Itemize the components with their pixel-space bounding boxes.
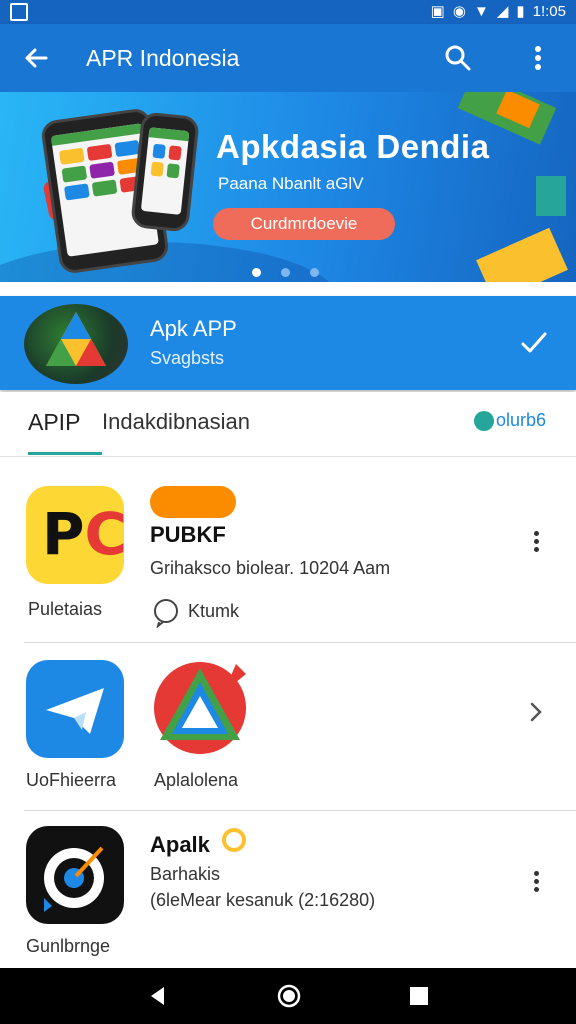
recents-icon[interactable]: [408, 985, 430, 1007]
banner-subtitle: Paana Nbanlt aGlV: [218, 174, 364, 193]
chevron-right-icon[interactable]: [524, 700, 548, 724]
pager-dot[interactable]: [310, 268, 319, 277]
phone-illustration-front: [130, 111, 200, 233]
more-options-icon[interactable]: [524, 868, 548, 898]
page-title: APR Indonesia: [86, 45, 240, 71]
promo-banner[interactable]: Apkdasia Dendia Paana Nbanlt aGlV Curdmr…: [0, 92, 576, 282]
tab-bar: APIP Indakdibnasian olurb6: [0, 392, 576, 457]
home-icon[interactable]: [276, 983, 302, 1009]
battery-icon: ▮: [516, 3, 525, 20]
featured-app-title: Apk APP: [150, 316, 237, 341]
banner-cta-button[interactable]: Curdmrdoevie: [213, 208, 395, 240]
tab-apip[interactable]: APIP: [28, 409, 80, 436]
drive-triangle-icon: [46, 312, 106, 366]
pc-logo-icon: PC: [42, 500, 124, 568]
paper-plane-icon: [46, 688, 104, 734]
status-icons: ▣ ◉ ▼ ◢ ▮ 1!:05: [430, 2, 566, 21]
app-bar: APR Indonesia: [0, 24, 576, 92]
badge-label: olurb6: [496, 410, 547, 430]
featured-app-subtitle: Svagbsts: [150, 348, 225, 368]
nfc-icon: ▣: [430, 3, 445, 20]
divider: [24, 642, 576, 643]
badge-dot-icon: [474, 410, 494, 431]
alarm-icon: ◉: [452, 3, 466, 20]
tab-badge[interactable]: olurb6: [474, 410, 546, 431]
featured-app-card[interactable]: Apk APP Svagbsts: [0, 296, 576, 390]
pager-dot-active[interactable]: [252, 268, 261, 277]
decorative-card: [476, 227, 568, 282]
status-bar: ▣ ◉ ▼ ◢ ▮ 1!:05: [0, 0, 576, 24]
app-badge-icon: [150, 486, 236, 518]
chat-icon: [154, 599, 178, 628]
triangle-logo-icon: [154, 662, 246, 754]
app-meta: Barhakis: [150, 864, 221, 884]
app-meta: Grihaksco biolear. 10204 Aam: [150, 558, 391, 578]
featured-app-logo: [24, 304, 128, 384]
app-icon-target[interactable]: [26, 826, 124, 924]
app-name: Apalk: [150, 832, 210, 857]
app-extra: (6leMear kesanuk (2:16280): [150, 890, 376, 910]
app-extra: Ktumk: [188, 601, 240, 621]
app-tile-caption: Puletaias: [28, 599, 103, 619]
pager-dot[interactable]: [281, 268, 290, 277]
app-tile-caption: Gunlbrnge: [26, 936, 111, 956]
app-icon-aplalolena[interactable]: [150, 656, 250, 756]
list-item[interactable]: UoFhieerra Aplalolena: [0, 644, 576, 810]
back-icon[interactable]: [146, 984, 170, 1008]
decorative-shape: [536, 176, 566, 216]
banner-heading: Apkdasia Dendia: [216, 128, 490, 165]
banner-pager[interactable]: [252, 268, 319, 277]
app-icon-pc[interactable]: PC: [26, 486, 124, 584]
tab-indicator: [28, 452, 102, 455]
wifi-icon: ▼: [473, 2, 489, 20]
app-name: PUBKF: [150, 522, 226, 547]
badge-icon: [222, 828, 246, 852]
clock: 1!:05: [532, 2, 566, 20]
app-secondary-caption: Aplalolena: [154, 770, 239, 790]
check-icon[interactable]: [518, 326, 550, 358]
search-icon[interactable]: [442, 42, 474, 74]
more-options-icon[interactable]: [524, 528, 548, 558]
target-icon: [44, 846, 104, 912]
list-item[interactable]: Gunlbrnge Apalk Barhakis (6leMear kesanu…: [0, 812, 576, 968]
app-tile-caption: UoFhieerra: [26, 770, 117, 790]
signal-icon: ◢: [496, 3, 509, 20]
list-item[interactable]: PC Puletaias PUBKF Grihaksco biolear. 10…: [0, 460, 576, 642]
app-icon-telegram[interactable]: [26, 660, 124, 758]
divider: [24, 810, 576, 811]
system-nav-bar: [0, 968, 576, 1024]
more-vert-icon[interactable]: [524, 42, 552, 74]
tab-indonesian[interactable]: Indakdibnasian: [102, 409, 250, 435]
back-arrow-icon[interactable]: [20, 42, 52, 74]
gallery-icon: [10, 3, 28, 21]
